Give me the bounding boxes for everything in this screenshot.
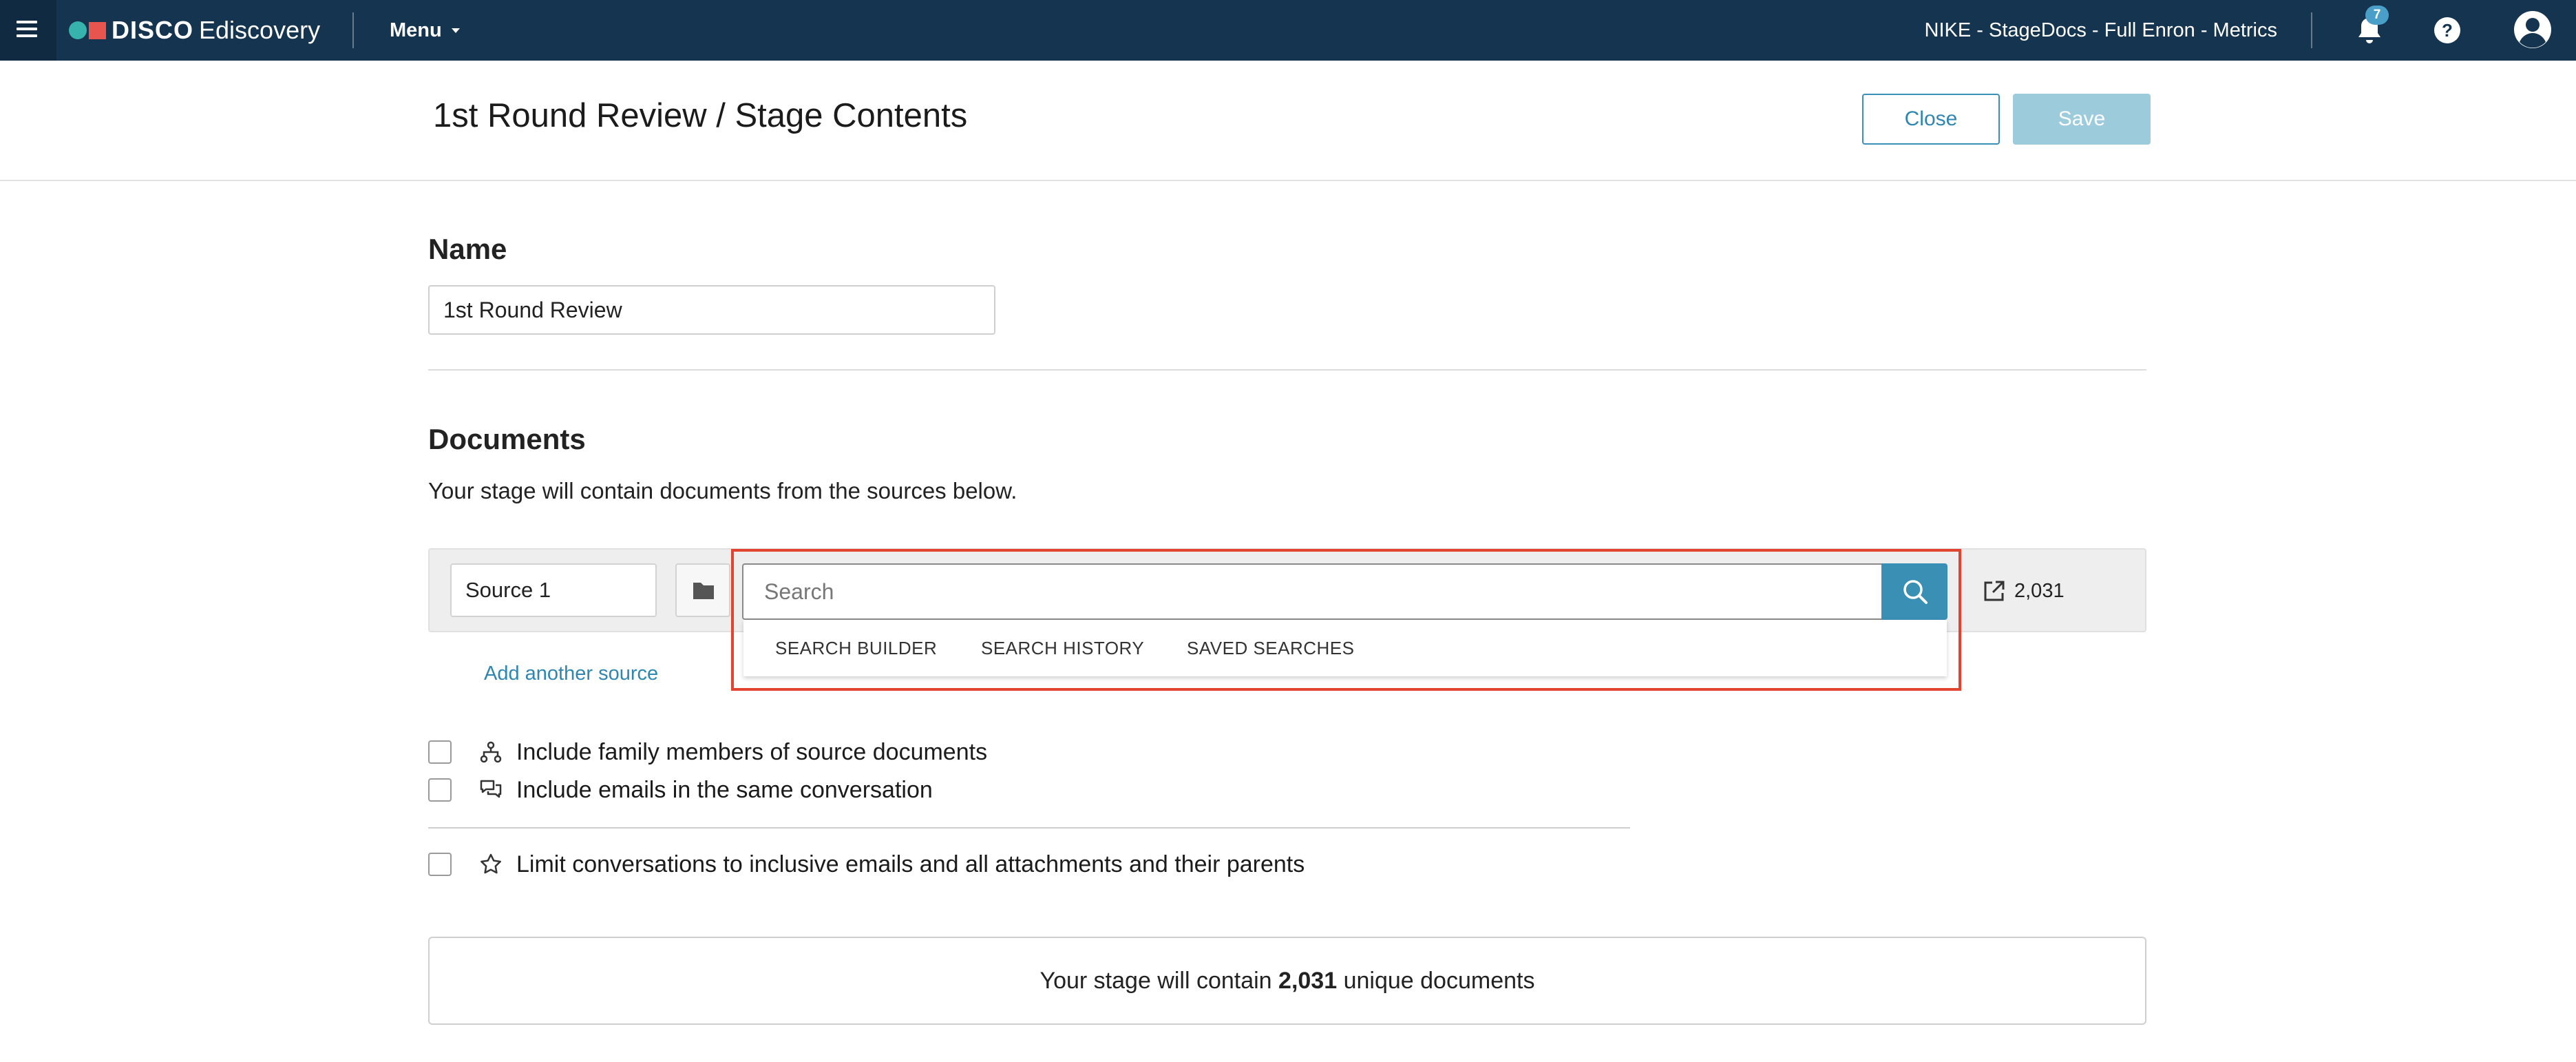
- logo-brand-text: DISCO: [112, 16, 194, 44]
- matter-title[interactable]: NIKE - StageDocs - Full Enron - Metrics: [1925, 17, 2277, 44]
- summary-count: 2,031: [1278, 968, 1338, 994]
- folder-button[interactable]: [675, 563, 730, 617]
- include-conversation-checkbox[interactable]: [428, 778, 452, 802]
- documents-section-heading: Documents: [428, 423, 586, 455]
- hamburger-icon: [17, 21, 39, 39]
- source-document-count: 2,031: [2014, 579, 2065, 602]
- logo-square-icon: [89, 21, 106, 39]
- source-document-count-link[interactable]: 2,031: [1983, 576, 2065, 606]
- section-divider: [428, 369, 2146, 371]
- external-link-icon: [1984, 581, 2005, 601]
- main-menu-label: Menu: [390, 19, 442, 41]
- save-button[interactable]: Save: [2013, 94, 2151, 145]
- option-include-conversation: Include emails in the same conversation: [428, 775, 933, 805]
- page-title: 1st Round Review / Stage Contents: [433, 97, 968, 134]
- page-header: 1st Round Review / Stage Contents Close …: [0, 61, 2576, 181]
- limit-conversations-label: Limit conversations to inclusive emails …: [516, 851, 1305, 877]
- main-menu-button[interactable]: Menu: [390, 17, 460, 44]
- name-section-heading: Name: [428, 233, 507, 265]
- caret-down-icon: [451, 28, 460, 33]
- close-button[interactable]: Close: [1862, 94, 2000, 145]
- summary-suffix: unique documents: [1343, 968, 1535, 994]
- logo-dot-icon: [69, 21, 87, 39]
- source-name-input[interactable]: [450, 563, 657, 617]
- notification-count-badge: 7: [2365, 6, 2389, 25]
- nav-divider: [352, 12, 354, 48]
- include-conversation-label: Include emails in the same conversation: [516, 776, 933, 803]
- conversation-icon: [480, 780, 502, 798]
- folder-icon: [693, 583, 714, 599]
- help-icon[interactable]: ?: [2434, 17, 2460, 43]
- summary-prefix: Your stage will contain: [1039, 968, 1272, 994]
- user-avatar-icon[interactable]: [2513, 10, 2553, 50]
- family-tree-icon: [480, 741, 502, 763]
- stage-summary: Your stage will contain 2,031 unique doc…: [428, 937, 2146, 1025]
- options-divider: [428, 827, 1630, 829]
- include-family-checkbox[interactable]: [428, 740, 452, 764]
- logo-product-text: Ediscovery: [199, 16, 321, 44]
- limit-conversations-checkbox[interactable]: [428, 853, 452, 876]
- add-another-source-link[interactable]: Add another source: [484, 663, 658, 685]
- nav-divider: [2311, 12, 2312, 48]
- search-highlight-frame: [731, 549, 1961, 691]
- option-include-family: Include family members of source documen…: [428, 737, 987, 767]
- top-navigation-bar: DISCO Ediscovery Menu NIKE - StageDocs -…: [0, 0, 2576, 61]
- include-family-label: Include family members of source documen…: [516, 738, 988, 765]
- disco-logo[interactable]: DISCO Ediscovery: [69, 14, 320, 47]
- option-limit-conversations: Limit conversations to inclusive emails …: [428, 849, 1305, 879]
- stage-name-input[interactable]: [428, 285, 995, 335]
- documents-description: Your stage will contain documents from t…: [428, 478, 1017, 503]
- hamburger-menu-button[interactable]: [0, 0, 56, 61]
- star-icon: [481, 853, 501, 874]
